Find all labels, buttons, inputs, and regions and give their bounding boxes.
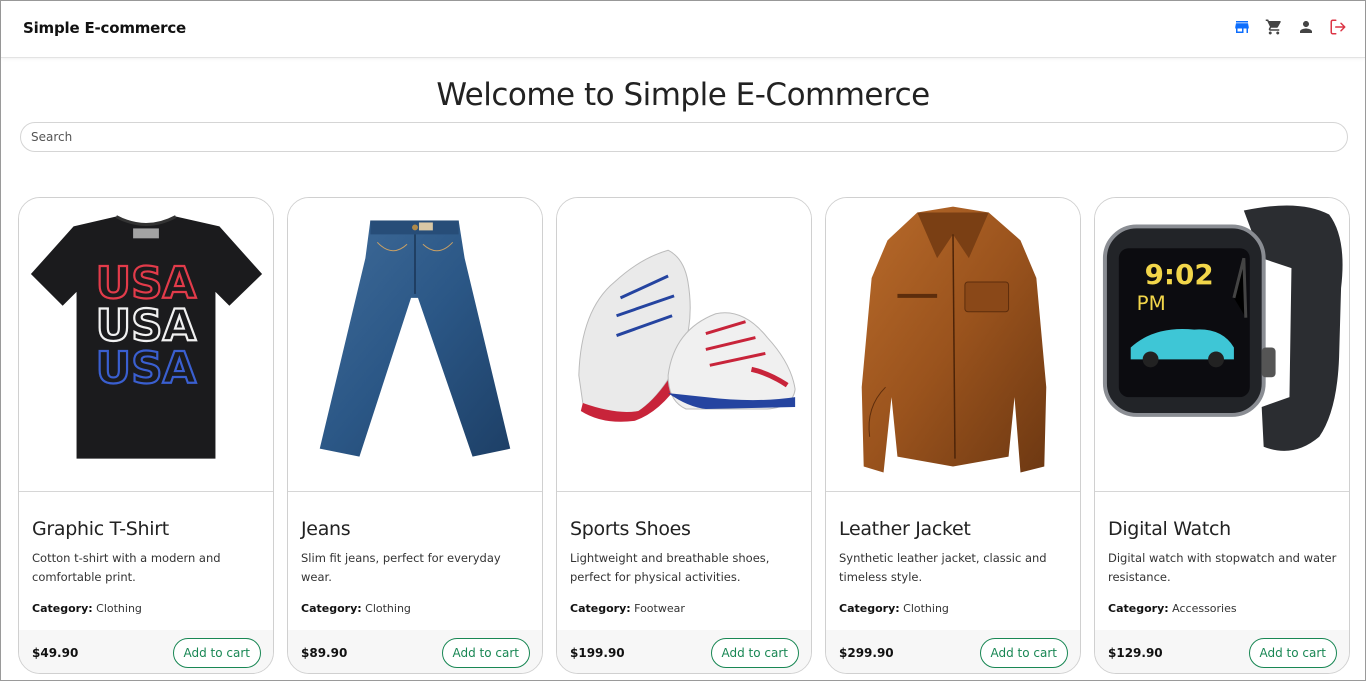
product-image-watch[interactable]: 9:02 PM [1095,198,1349,492]
shoes-image [578,249,796,422]
card-footer: $299.90 Add to cart [826,630,1080,673]
product-category: Category: Accessories [1108,602,1237,615]
product-category: Category: Footwear [570,602,685,615]
tshirt-image: USA USA USA [30,215,263,459]
jacket-image [861,206,1047,473]
product-price: $89.90 [301,646,348,660]
product-description: Lightweight and breathable shoes, perfec… [570,551,770,584]
product-description: Digital watch with stopwatch and water r… [1108,551,1337,584]
svg-text:9:02: 9:02 [1145,258,1214,291]
logout-icon[interactable] [1329,18,1347,36]
watch-image: 9:02 PM [1102,205,1343,451]
search-input[interactable] [20,122,1348,152]
category-label: Category: [32,602,93,615]
add-to-cart-button[interactable]: Add to cart [441,638,530,668]
category-value: Footwear [634,602,685,615]
svg-text:USA: USA [96,343,197,394]
user-icon[interactable] [1297,18,1315,36]
nav-icons [1233,18,1347,36]
product-category: Category: Clothing [839,602,949,615]
product-title: Leather Jacket [839,518,971,540]
store-icon[interactable] [1233,18,1251,36]
category-label: Category: [301,602,362,615]
product-card-sports-shoes: Sports Shoes Lightweight and breathable … [556,197,812,674]
product-price: $129.90 [1108,646,1163,660]
product-card-leather-jacket: Leather Jacket Synthetic leather jacket,… [825,197,1081,674]
product-title: Graphic T-Shirt [32,518,169,540]
product-card-digital-watch: 9:02 PM Digital Watch Digital watch with… [1094,197,1350,674]
brand-logo[interactable]: Simple E-commerce [23,19,186,37]
product-price: $199.90 [570,646,625,660]
add-to-cart-button[interactable]: Add to cart [710,638,799,668]
product-description: Synthetic leather jacket, classic and ti… [839,551,1047,584]
product-image-jeans[interactable] [288,198,542,492]
add-to-cart-button[interactable]: Add to cart [979,638,1068,668]
svg-text:PM: PM [1137,292,1166,315]
product-category: Category: Clothing [301,602,411,615]
product-price: $49.90 [32,646,79,660]
page-title: Welcome to Simple E-Commerce [436,77,930,113]
product-title: Digital Watch [1108,518,1231,540]
category-value: Accessories [1172,602,1237,615]
category-value: Clothing [903,602,949,615]
card-footer: $89.90 Add to cart [288,630,542,673]
product-description: Cotton t-shirt with a modern and comfort… [32,551,221,584]
product-description: Slim fit jeans, perfect for everyday wea… [301,551,501,584]
card-footer: $199.90 Add to cart [557,630,811,673]
navbar: Simple E-commerce [1,1,1365,58]
product-card-jeans: Jeans Slim fit jeans, perfect for everyd… [287,197,543,674]
add-to-cart-button[interactable]: Add to cart [172,638,261,668]
category-label: Category: [839,602,900,615]
card-footer: $129.90 Add to cart [1095,630,1349,673]
product-image-shoes[interactable] [557,198,811,492]
product-price: $299.90 [839,646,894,660]
add-to-cart-button[interactable]: Add to cart [1248,638,1337,668]
cart-icon[interactable] [1265,18,1283,36]
jeans-image [319,220,511,457]
category-label: Category: [1108,602,1169,615]
product-image-jacket[interactable] [826,198,1080,492]
product-title: Jeans [301,518,351,540]
product-image-tshirt[interactable]: USA USA USA [19,198,273,492]
card-footer: $49.90 Add to cart [19,630,273,673]
category-value: Clothing [96,602,142,615]
product-title: Sports Shoes [570,518,691,540]
product-category: Category: Clothing [32,602,142,615]
product-card-graphic-tshirt: USA USA USA Graphic T-Shirt Cotton t-shi… [18,197,274,674]
category-value: Clothing [365,602,411,615]
category-label: Category: [570,602,631,615]
